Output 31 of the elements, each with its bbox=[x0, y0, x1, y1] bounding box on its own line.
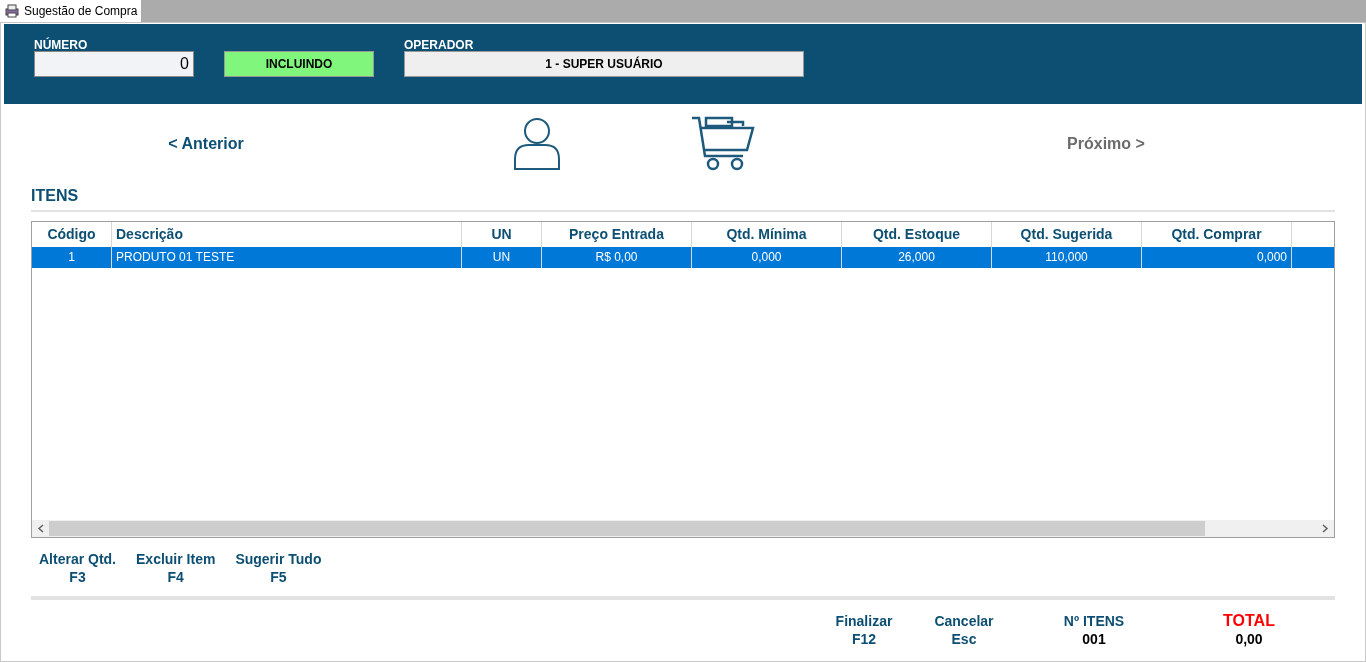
footer-button[interactable]: Cancelar Esc bbox=[929, 612, 999, 648]
table-cell: UN bbox=[462, 247, 542, 268]
table-row[interactable]: 1 PRODUTO 01 TESTE UN R$ 0,00 0,000 26,000 110,000 0,000 bbox=[32, 247, 1334, 268]
scroll-right-icon[interactable] bbox=[1322, 524, 1329, 533]
numero-label: NÚMERO bbox=[34, 37, 89, 51]
previous-button[interactable]: < Anterior bbox=[31, 132, 381, 156]
person-icon bbox=[513, 117, 561, 171]
action-button[interactable]: Sugerir Tudo F5 bbox=[235, 550, 322, 596]
table-cell: 110,000 bbox=[992, 247, 1142, 268]
footer-button[interactable]: Finalizar F12 bbox=[829, 612, 899, 648]
total-value: 0,00 bbox=[1235, 630, 1263, 648]
table-cell: R$ 0,00 bbox=[542, 247, 692, 268]
operador-field[interactable]: 1 - SUPER USUÁRIO bbox=[404, 51, 804, 77]
operador-label: OPERADOR bbox=[404, 37, 475, 51]
table-cell: 26,000 bbox=[842, 247, 992, 268]
action-button[interactable]: Excluir Item F4 bbox=[136, 550, 216, 596]
table-cell: PRODUTO 01 TESTE bbox=[112, 247, 462, 268]
scroll-left-icon[interactable] bbox=[37, 524, 44, 533]
items-count-label: Nº ITENS bbox=[1063, 612, 1125, 630]
section-title: ITENS bbox=[31, 187, 79, 204]
table-cell: 0,000 bbox=[692, 247, 842, 268]
printer-icon bbox=[4, 4, 20, 18]
numero-field[interactable]: 0 bbox=[34, 51, 194, 77]
table-cell: 1 bbox=[32, 247, 112, 268]
status-indicator: INCLUINDO bbox=[224, 51, 374, 77]
shopping-cart-icon bbox=[691, 116, 755, 172]
action-button[interactable]: Alterar Qtd. F3 bbox=[39, 550, 116, 596]
table-cell: 0,000 bbox=[1142, 247, 1292, 268]
window-tab[interactable]: Sugestão de Compra bbox=[0, 0, 142, 22]
total-label: TOTAL bbox=[1223, 612, 1275, 630]
items-count-value: 001 bbox=[1082, 630, 1106, 648]
